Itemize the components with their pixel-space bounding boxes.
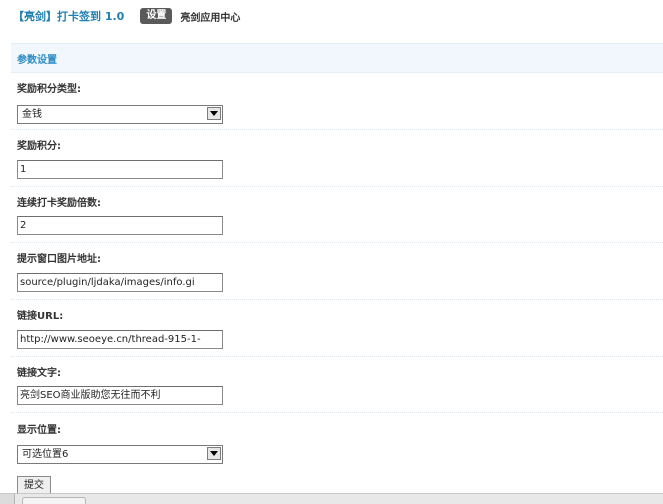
section-title: 参数设置 xyxy=(17,54,57,66)
chevron-down-icon[interactable] xyxy=(207,107,221,120)
popup-image-url-label: 提示窗口图片地址: xyxy=(17,254,101,265)
plugin-settings-page: 【亮剑】打卡签到 1.0 设置 亮剑应用中心 参数设置 奖励积分类型: 金钱 奖… xyxy=(0,0,663,504)
form-row-streak-multiplier: 连续打卡奖励倍数: 2 xyxy=(11,186,663,243)
scroll-left-arrow[interactable] xyxy=(0,494,15,504)
streak-multiplier-input[interactable]: 2 xyxy=(17,216,223,235)
streak-multiplier-label: 连续打卡奖励倍数: xyxy=(17,198,101,209)
tab-settings[interactable]: 设置 xyxy=(140,8,173,24)
link-text-input[interactable]: 亮剑SEO商业版助您无往而不利 xyxy=(17,386,223,405)
form-row-reward-points: 奖励积分: 1 xyxy=(11,129,663,187)
form-row-display-position: 显示位置: 可选位置6 xyxy=(11,412,663,472)
reward-points-label: 奖励积分: xyxy=(17,141,61,152)
link-url-label: 链接URL: xyxy=(17,311,64,322)
section-header: 参数设置 xyxy=(11,43,663,73)
form-row-popup-image-url: 提示窗口图片地址: source/plugin/ljdaka/images/in… xyxy=(11,242,663,300)
form-row-link-url: 链接URL: http://www.seoeye.cn/thread-915-1… xyxy=(11,299,663,357)
form-row-reward-type: 奖励积分类型: 金钱 xyxy=(11,72,663,130)
reward-type-selected-value: 金钱 xyxy=(22,109,42,120)
reward-type-select[interactable]: 金钱 xyxy=(17,105,223,124)
scrollbar-thumb[interactable] xyxy=(22,497,86,504)
display-position-label: 显示位置: xyxy=(17,425,61,436)
plugin-title: 【亮剑】打卡签到 1.0 xyxy=(13,10,125,23)
reward-points-input[interactable]: 1 xyxy=(17,160,223,179)
chevron-down-icon[interactable] xyxy=(207,447,221,460)
display-position-select[interactable]: 可选位置6 xyxy=(17,445,223,464)
page-header: 【亮剑】打卡签到 1.0 设置 亮剑应用中心 xyxy=(13,8,240,24)
submit-button[interactable]: 提交 xyxy=(17,476,51,494)
popup-image-url-input[interactable]: source/plugin/ljdaka/images/info.gi xyxy=(17,273,223,292)
form-row-link-text: 链接文字: 亮剑SEO商业版助您无往而不利 xyxy=(11,356,663,413)
display-position-selected-value: 可选位置6 xyxy=(22,449,69,460)
reward-type-label: 奖励积分类型: xyxy=(17,84,81,95)
horizontal-scrollbar[interactable] xyxy=(0,493,663,504)
link-url-input[interactable]: http://www.seoeye.cn/thread-915-1- xyxy=(17,330,223,349)
app-center-link[interactable]: 亮剑应用中心 xyxy=(180,9,240,24)
link-text-label: 链接文字: xyxy=(17,368,61,379)
